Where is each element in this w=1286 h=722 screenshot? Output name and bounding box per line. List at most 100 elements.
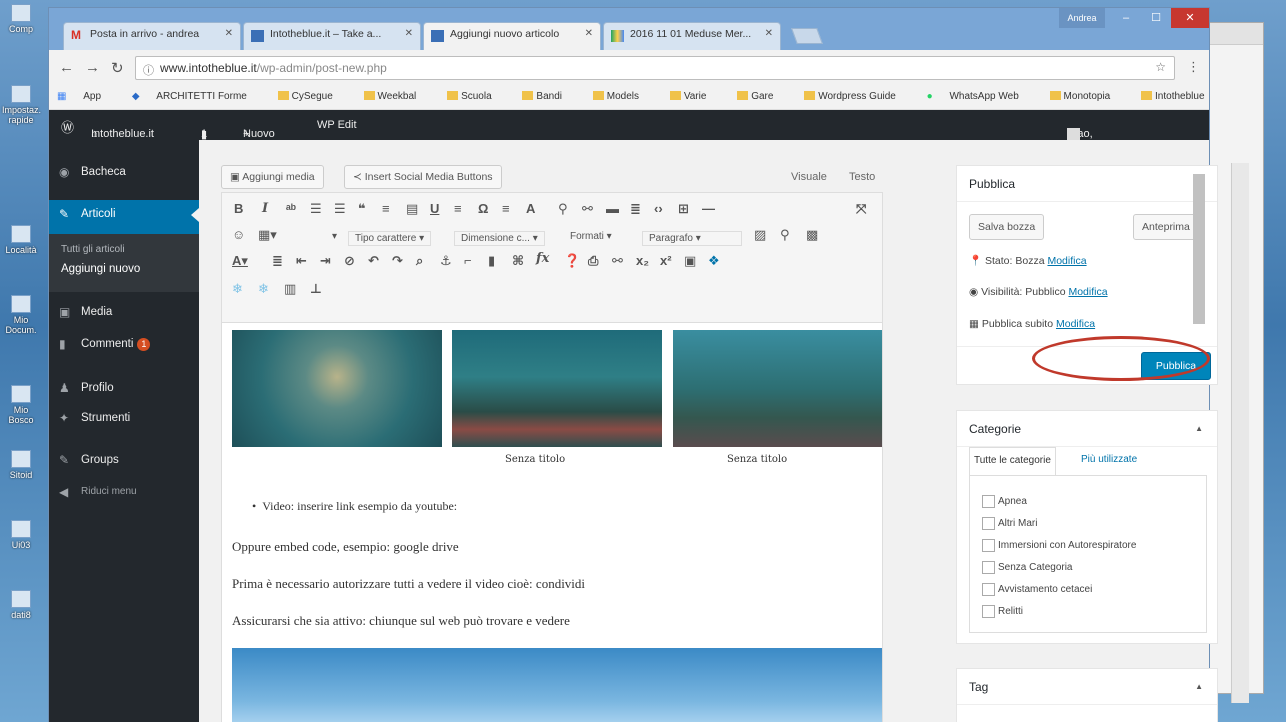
indent-icon[interactable]: ≣ — [272, 253, 283, 269]
image-icon[interactable]: ▨ — [754, 227, 766, 243]
checkbox[interactable] — [982, 561, 995, 574]
category-item[interactable]: Apnea — [982, 495, 1027, 508]
formats-select[interactable]: Formati ▾ — [570, 231, 612, 242]
back-icon[interactable]: ← — [59, 59, 74, 76]
bullet-list-icon[interactable]: ☰ — [310, 201, 322, 217]
bookmark-item[interactable]: ◆ ARCHITETTI Forme — [132, 91, 261, 102]
bookmark-item[interactable]: Intotheblue — [1141, 91, 1209, 102]
attach-icon[interactable]: ⚲ — [780, 227, 790, 243]
snowflake-icon[interactable]: ❄ — [258, 281, 269, 297]
sidebar-item-media[interactable]: ▣ Media — [49, 298, 199, 328]
layout-icon[interactable]: ▥ — [284, 281, 296, 297]
close-icon[interactable]: ✕ — [765, 28, 773, 39]
underwater-image[interactable] — [673, 330, 882, 447]
special-char-icon[interactable]: ⌘ — [512, 253, 524, 269]
table-insert-icon[interactable]: ▦▾ — [258, 227, 277, 243]
omega-icon[interactable]: Ω — [478, 201, 488, 216]
preview-button[interactable]: Anteprima — [1133, 214, 1199, 240]
unlink-icon[interactable]: ⚯ — [582, 201, 593, 217]
numbered-list-icon[interactable]: ☰ — [334, 201, 346, 217]
minimize-icon[interactable]: – — [1111, 8, 1141, 28]
maximize-icon[interactable]: ☐ — [1141, 8, 1171, 28]
code-icon[interactable]: ‹› — [654, 201, 663, 216]
new-tab-button[interactable] — [791, 28, 823, 44]
background-window-titlebar[interactable] — [1209, 23, 1263, 45]
category-item[interactable]: Altri Mari — [982, 517, 1037, 530]
category-item[interactable]: Avvistamento cetacei — [982, 583, 1092, 596]
tab-visual[interactable]: Visuale — [791, 171, 827, 183]
table-icon[interactable]: ▤ — [406, 201, 418, 217]
embed-icon[interactable]: ▣ — [684, 253, 696, 269]
bookmark-item[interactable]: Weekbal — [363, 91, 431, 102]
sidebar-subitem-add-new[interactable]: Aggiungi nuovo — [49, 255, 199, 275]
dash-icon[interactable]: — — [702, 201, 715, 216]
category-item[interactable]: Relitti — [982, 605, 1023, 618]
align-center-icon[interactable]: ≡ — [454, 201, 462, 216]
tab-add-post[interactable]: Aggiungi nuovo articolo ✕ — [423, 22, 601, 51]
read-more-icon[interactable]: ⊞ — [678, 201, 689, 217]
background-window-scrollbar[interactable] — [1231, 163, 1249, 703]
italic-icon[interactable]: I — [262, 201, 268, 216]
tab-most-used[interactable]: Più utilizzate — [1081, 454, 1137, 465]
superscript-icon[interactable]: x² — [660, 253, 672, 268]
close-icon[interactable]: ✕ — [585, 28, 593, 39]
gallery-icon[interactable]: ▩ — [806, 227, 818, 243]
url-input[interactable]: ⓘ www.intotheblue.it/wp-admin/post-new.p… — [135, 56, 1175, 80]
pagebreak-icon[interactable]: ⊥ — [310, 281, 322, 297]
desktop-icon[interactable]: dati8 — [2, 590, 40, 620]
sidebar-subitem-all-posts[interactable]: Tutti gli articoli — [49, 234, 199, 255]
tab-text[interactable]: Testo — [849, 171, 875, 183]
wp-edit-link[interactable]: WP Edit — [317, 119, 357, 131]
checkbox[interactable] — [982, 495, 995, 508]
checkbox[interactable] — [982, 539, 995, 552]
search-replace-icon[interactable]: ⌕ — [416, 253, 423, 269]
underline-icon[interactable]: U — [430, 201, 439, 216]
checkbox[interactable] — [982, 517, 995, 530]
undo-icon[interactable]: ↶ — [368, 253, 379, 269]
blockquote-icon[interactable]: ❝ — [358, 201, 366, 217]
text-color-icon[interactable]: A▾ — [232, 253, 248, 269]
outdent-icon[interactable]: ⇤ — [296, 253, 307, 269]
plugin-icon[interactable]: ❖ — [708, 253, 720, 269]
clear-format-icon[interactable]: ⊘ — [344, 253, 355, 269]
checkbox[interactable] — [982, 583, 995, 596]
bookmark-item[interactable]: Gare — [737, 91, 787, 102]
edit-visibility-link[interactable]: Modifica — [1068, 286, 1107, 298]
category-item[interactable]: Immersioni con Autorespiratore — [982, 539, 1136, 552]
sidebar-item-groups[interactable]: ✎ Groups — [49, 446, 199, 476]
sidebar-item-posts[interactable]: ✎ Articoli — [49, 200, 199, 234]
bookmark-item[interactable]: Monotopia — [1049, 91, 1125, 102]
subscript-icon[interactable]: x₂ — [636, 253, 649, 268]
horizontal-rule-icon[interactable]: ▬ — [606, 201, 619, 216]
jellyfish-image[interactable] — [232, 330, 442, 447]
nonbreaking-icon[interactable]: ⌐ — [464, 253, 472, 268]
close-window-icon[interactable]: ✕ — [1171, 8, 1209, 28]
sidebar-item-dashboard[interactable]: ◉ Bacheca — [49, 158, 199, 188]
edit-schedule-link[interactable]: Modifica — [1056, 318, 1095, 330]
desktop-icon[interactable]: Mio Docum. — [2, 295, 40, 335]
bookmark-item[interactable]: Bandi — [522, 91, 576, 102]
bookmark-apps[interactable]: ▦ App — [57, 91, 115, 102]
star-icon[interactable]: ☆ — [1155, 60, 1166, 74]
fullscreen-icon[interactable]: ⤧ — [856, 201, 866, 217]
redo-icon[interactable]: ↷ — [392, 253, 403, 269]
checkbox[interactable] — [982, 605, 995, 618]
desktop-icon[interactable]: Mio Bosco — [2, 385, 40, 425]
bookmark-item[interactable]: Wordpress Guide — [804, 91, 910, 102]
formula-icon[interactable]: fx — [536, 251, 549, 266]
close-icon[interactable]: ✕ — [405, 28, 413, 39]
desktop-icon[interactable]: Impostaz. rapide — [2, 85, 41, 125]
format-icon[interactable]: ⇥ — [320, 253, 331, 269]
print-icon[interactable]: ⎙ — [588, 253, 598, 269]
align-left-icon[interactable]: ≡ — [382, 201, 390, 216]
wordpress-logo-icon[interactable]: Ⓦ — [61, 117, 74, 136]
page-scrollbar[interactable] — [1193, 174, 1205, 324]
font-family-select[interactable]: Tipo carattere ▾ — [348, 231, 432, 246]
bookmark-item[interactable]: CySegue — [277, 91, 347, 102]
help-icon[interactable]: ❓ — [564, 253, 580, 269]
bookmark-item[interactable]: Models — [592, 91, 653, 102]
justify-icon[interactable]: ≣ — [630, 201, 641, 217]
anchor-icon[interactable]: ⚓ — [440, 253, 452, 269]
close-icon[interactable]: ✕ — [225, 28, 233, 39]
bookmark-item[interactable]: ● WhatsApp Web — [927, 91, 1033, 102]
